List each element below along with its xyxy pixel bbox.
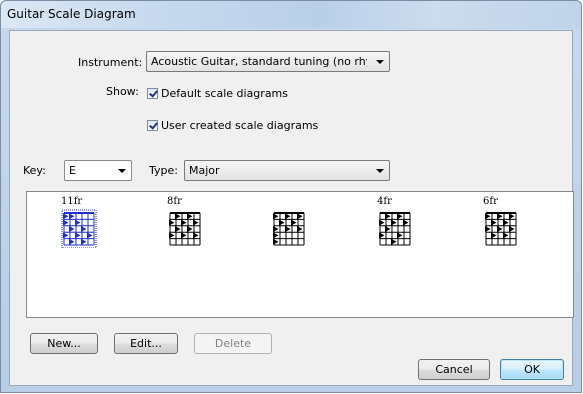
instrument-dropdown[interactable]: Acoustic Guitar, standard tuning (no rhy… [146, 51, 390, 72]
scale-note-marker [503, 219, 509, 226]
dialog-window: Guitar Scale Diagram Instrument: Acousti… [0, 0, 582, 393]
scale-note-marker [297, 226, 303, 232]
scale-note-marker [491, 219, 497, 226]
default-diagrams-checkbox[interactable]: Default scale diagrams [147, 85, 288, 101]
scale-note-marker [491, 232, 497, 239]
fret-label: 6fr [483, 196, 498, 207]
key-value: E [69, 164, 76, 177]
scale-diagram-graphic [169, 212, 201, 246]
key-dropdown[interactable]: E [64, 160, 132, 181]
scale-diagram-graphic [273, 212, 305, 246]
instrument-value: Acoustic Guitar, standard tuning (no rhy… [151, 55, 367, 68]
scale-note-marker [391, 219, 397, 226]
window-title: Guitar Scale Diagram [7, 7, 136, 21]
scale-note-marker [81, 226, 87, 232]
scale-note-marker [193, 219, 199, 226]
scale-note-marker [509, 226, 515, 232]
scale-note-marker [485, 213, 491, 220]
scale-note-marker [497, 226, 503, 232]
scale-note-marker [87, 232, 93, 239]
scale-note-marker [69, 226, 75, 232]
fret-label: 8fr [167, 196, 182, 207]
scale-note-marker [273, 226, 279, 232]
scale-note-marker [403, 219, 409, 226]
scale-diagram-item[interactable]: 4fr [377, 196, 417, 251]
checkbox-checked-icon [147, 119, 158, 131]
scale-note-marker [497, 213, 503, 220]
scale-note-marker [485, 226, 491, 232]
type-value: Major [189, 164, 220, 177]
scale-note-marker [285, 213, 291, 220]
scale-note-marker [297, 213, 303, 220]
scale-note-marker [69, 238, 75, 245]
scale-note-marker [193, 232, 199, 239]
scale-note-marker [63, 219, 69, 226]
default-diagrams-label: Default scale diagrams [161, 86, 288, 100]
cancel-button[interactable]: Cancel [418, 359, 490, 380]
show-label: Show: [106, 85, 139, 98]
scale-note-marker [187, 213, 193, 220]
scale-note-marker [63, 213, 69, 220]
type-label: Type: [149, 164, 178, 177]
scale-note-marker [385, 226, 391, 232]
delete-button[interactable]: Delete [194, 333, 272, 354]
scale-note-marker [273, 232, 279, 239]
scale-note-marker [509, 213, 515, 220]
chevron-down-icon [118, 169, 126, 173]
scale-note-marker [187, 226, 193, 232]
ok-button[interactable]: OK [500, 359, 564, 380]
fret-label: 11fr [61, 196, 83, 207]
dialog-body: Instrument: Acoustic Guitar, standard tu… [9, 30, 574, 386]
scale-diagram-graphic [379, 212, 411, 246]
chevron-down-icon [376, 60, 384, 64]
scale-note-marker [391, 238, 397, 245]
scale-note-marker [175, 213, 181, 220]
scale-note-marker [181, 219, 187, 226]
scale-note-marker [69, 213, 75, 220]
scale-note-marker [291, 219, 297, 226]
scale-note-marker [63, 232, 69, 239]
scale-note-marker [397, 232, 403, 239]
scale-note-marker [397, 213, 403, 220]
user-diagrams-checkbox[interactable]: User created scale diagrams [147, 117, 318, 133]
fret-label: 4fr [377, 196, 392, 207]
scale-note-marker [181, 232, 187, 239]
scale-note-marker [75, 232, 81, 239]
scale-diagram-item[interactable]: 8fr [167, 196, 207, 251]
fret-label [271, 196, 311, 208]
scale-diagram-item[interactable] [271, 196, 311, 251]
key-label: Key: [23, 164, 46, 177]
scale-note-marker [75, 219, 81, 226]
instrument-label: Instrument: [78, 56, 143, 69]
scale-note-marker [279, 219, 285, 226]
edit-button[interactable]: Edit... [114, 333, 178, 354]
scale-note-marker [285, 226, 291, 232]
scale-note-marker [379, 219, 385, 226]
scale-note-marker [385, 213, 391, 220]
scale-diagram-graphic [61, 209, 97, 249]
scale-note-marker [273, 213, 279, 220]
scale-note-marker [81, 238, 87, 245]
scale-diagram-item[interactable]: 6fr [483, 196, 523, 251]
type-dropdown[interactable]: Major [184, 160, 390, 181]
scale-diagram-graphic [485, 212, 517, 246]
scale-note-marker [169, 219, 175, 226]
new-button[interactable]: New... [30, 333, 98, 354]
chevron-down-icon [376, 169, 384, 173]
scale-note-marker [379, 232, 385, 239]
scale-diagram-list[interactable]: 11fr 8fr 4fr 6fr [26, 191, 574, 318]
scale-note-marker [169, 232, 175, 239]
checkbox-checked-icon [147, 87, 158, 99]
title-bar[interactable]: Guitar Scale Diagram [1, 1, 581, 28]
scale-note-marker [503, 232, 509, 239]
scale-diagram-item[interactable]: 11fr [61, 196, 101, 251]
scale-note-marker [175, 226, 181, 232]
user-diagrams-label: User created scale diagrams [161, 118, 319, 132]
scale-note-marker [273, 238, 279, 245]
